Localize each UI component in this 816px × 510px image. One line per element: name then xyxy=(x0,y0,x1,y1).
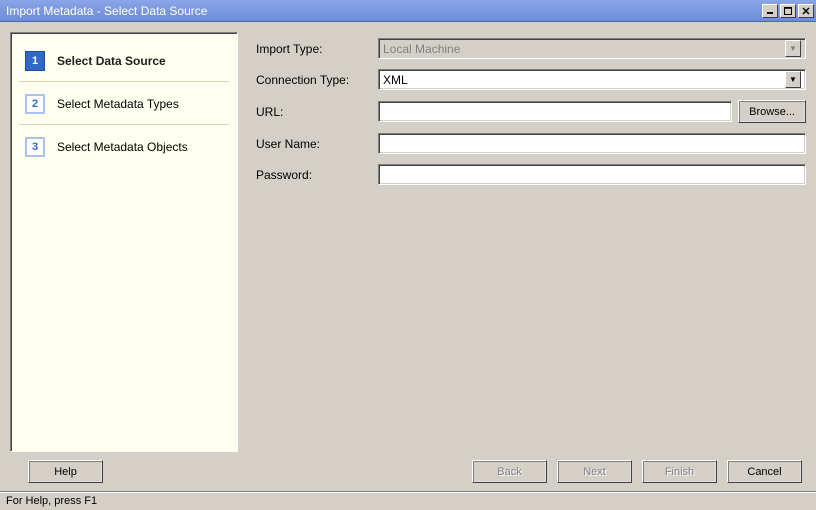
url-row: URL: Browse... xyxy=(256,100,806,123)
status-text: For Help, press F1 xyxy=(6,495,97,507)
connection-type-combo[interactable]: XML ▼ xyxy=(378,69,806,90)
import-type-value: Local Machine xyxy=(383,42,460,56)
wizard-buttons: Back Next Finish Cancel xyxy=(472,460,802,483)
dropdown-arrow-icon: ▼ xyxy=(785,40,801,57)
password-input[interactable] xyxy=(378,164,806,185)
password-label: Password: xyxy=(256,168,378,182)
content-area: 1 Select Data Source 2 Select Metadata T… xyxy=(0,22,816,456)
username-label: User Name: xyxy=(256,137,378,151)
step-label: Select Data Source xyxy=(57,54,166,68)
step-label: Select Metadata Objects xyxy=(57,140,188,154)
button-bar: Help Back Next Finish Cancel xyxy=(0,456,816,491)
wizard-steps-sidebar: 1 Select Data Source 2 Select Metadata T… xyxy=(10,32,238,452)
help-button[interactable]: Help xyxy=(28,460,103,483)
url-label: URL: xyxy=(256,105,378,119)
status-bar: For Help, press F1 xyxy=(0,491,816,510)
back-button: Back xyxy=(472,460,547,483)
connection-type-value: XML xyxy=(383,73,408,87)
import-type-label: Import Type: xyxy=(256,42,378,56)
window-title: Import Metadata - Select Data Source xyxy=(6,4,207,18)
import-type-combo: Local Machine ▼ xyxy=(378,38,806,59)
next-button: Next xyxy=(557,460,632,483)
window-controls xyxy=(762,4,814,18)
finish-button: Finish xyxy=(642,460,717,483)
dropdown-arrow-icon[interactable]: ▼ xyxy=(785,71,801,88)
import-type-row: Import Type: Local Machine ▼ xyxy=(256,38,806,59)
step-number: 1 xyxy=(25,51,45,71)
connection-type-row: Connection Type: XML ▼ xyxy=(256,69,806,90)
wizard-step-2[interactable]: 2 Select Metadata Types xyxy=(19,90,229,125)
form-area: Import Type: Local Machine ▼ Connection … xyxy=(256,32,806,452)
url-input[interactable] xyxy=(378,101,732,122)
browse-button[interactable]: Browse... xyxy=(738,100,806,123)
username-input[interactable] xyxy=(378,133,806,154)
connection-type-label: Connection Type: xyxy=(256,73,378,87)
password-row: Password: xyxy=(256,164,806,185)
minimize-button[interactable] xyxy=(762,4,778,18)
step-label: Select Metadata Types xyxy=(57,97,179,111)
maximize-button[interactable] xyxy=(780,4,796,18)
step-number: 3 xyxy=(25,137,45,157)
step-number: 2 xyxy=(25,94,45,114)
client-area: 1 Select Data Source 2 Select Metadata T… xyxy=(0,22,816,500)
wizard-step-3[interactable]: 3 Select Metadata Objects xyxy=(19,133,229,167)
username-row: User Name: xyxy=(256,133,806,154)
wizard-step-1[interactable]: 1 Select Data Source xyxy=(19,47,229,82)
title-bar: Import Metadata - Select Data Source xyxy=(0,0,816,22)
cancel-button[interactable]: Cancel xyxy=(727,460,802,483)
close-button[interactable] xyxy=(798,4,814,18)
